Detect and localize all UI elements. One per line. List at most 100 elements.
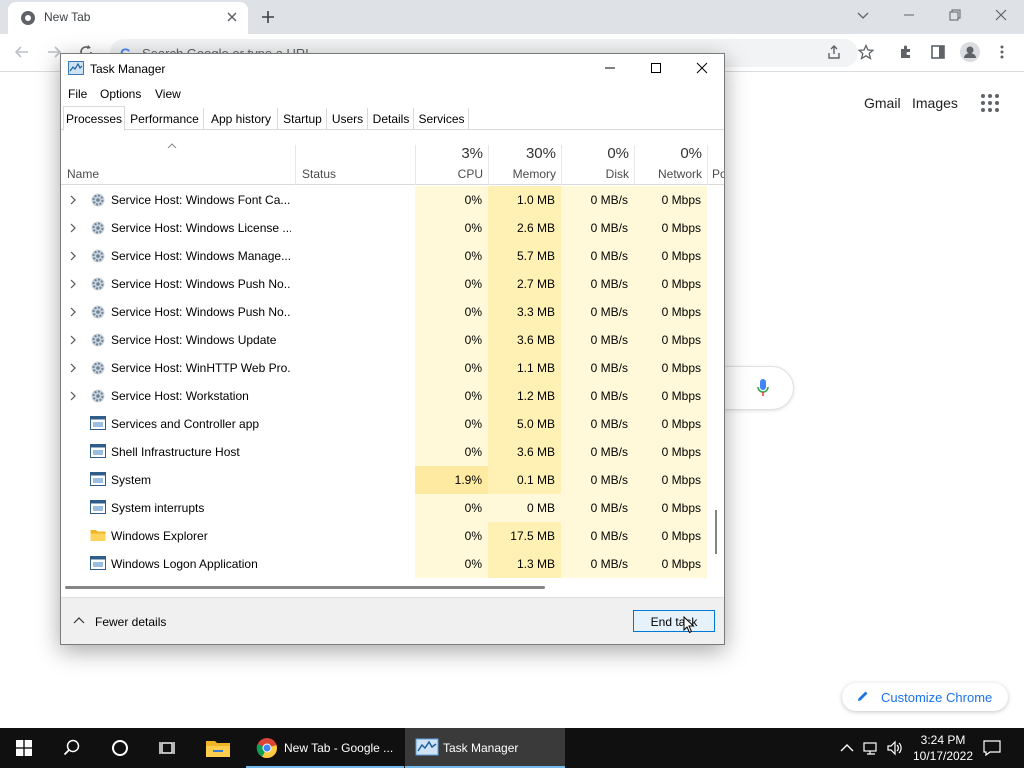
network-icon[interactable] [861, 728, 881, 768]
col-cpu-header[interactable]: 3% CPU [415, 145, 488, 185]
tab-search-chevron-icon[interactable] [856, 8, 870, 22]
tab-startup[interactable]: Startup [279, 108, 327, 130]
process-name: Services and Controller app [111, 417, 260, 431]
tab-app-history[interactable]: App history [205, 108, 278, 130]
col-name-label: Name [67, 167, 100, 181]
table-row[interactable]: Service Host: Windows Font Ca... 0% 1.0 MB… [61, 186, 716, 214]
task-view-icon[interactable] [144, 728, 192, 768]
volume-icon[interactable] [884, 728, 906, 768]
expand-chevron-icon[interactable] [69, 307, 77, 317]
expand-chevron-icon[interactable] [69, 363, 77, 373]
col-status-header[interactable]: Status [295, 145, 415, 185]
gear-icon [90, 248, 106, 264]
col-name-header[interactable]: Name [61, 145, 295, 185]
expand-chevron-icon[interactable] [69, 195, 77, 205]
table-row[interactable]: Service Host: Windows Push No... 0% 3.3 MB… [61, 298, 716, 326]
tab-details[interactable]: Details [369, 108, 414, 130]
network-total-percent: 0% [680, 145, 702, 162]
table-row[interactable]: Windows Explorer 0% 17.5 MB 0 MB/s 0 Mbps [61, 522, 716, 550]
expand-chevron-icon[interactable] [69, 251, 77, 261]
menu-file[interactable]: File [68, 87, 87, 101]
col-memory-header[interactable]: 30% Memory [488, 145, 561, 185]
vertical-scroll-thumb[interactable] [715, 510, 717, 554]
task-manager-titlebar[interactable]: Task Manager [61, 54, 724, 82]
process-list-vertical-scrollbar[interactable] [707, 186, 724, 578]
col-network-label: Network [657, 167, 702, 181]
gear-icon [90, 192, 106, 208]
cortana-circle-icon[interactable] [96, 728, 144, 768]
tm-maximize-icon[interactable] [633, 54, 679, 82]
expand-chevron-icon[interactable] [69, 391, 77, 401]
horizontal-scroll-thumb[interactable] [65, 586, 545, 589]
expand-chevron-icon[interactable] [69, 279, 77, 289]
process-memory-cell: 5.7 MB [488, 242, 561, 270]
table-row[interactable]: Service Host: Windows License ... 0% 2.6 M… [61, 214, 716, 242]
chrome-restore-icon[interactable] [948, 8, 962, 22]
table-row[interactable]: Service Host: Windows Manage... 0% 5.7 MB 0… [61, 242, 716, 270]
process-name: Windows Explorer [111, 529, 208, 543]
file-explorer-folder-icon[interactable] [194, 728, 242, 768]
back-arrow-icon[interactable] [14, 44, 30, 60]
profile-avatar-icon[interactable] [960, 42, 980, 62]
expand-chevron-icon[interactable] [69, 335, 77, 345]
process-network-cell: 0 Mbps [634, 382, 707, 410]
close-tab-icon[interactable] [226, 11, 238, 23]
table-row[interactable]: Services and Controller app 0% 5.0 MB 0 MB/… [61, 410, 716, 438]
taskmanager-icon [415, 737, 439, 757]
images-link[interactable]: Images [912, 95, 958, 111]
menu-options[interactable]: Options [100, 87, 141, 101]
tab-processes[interactable]: Processes [63, 106, 125, 131]
show-hidden-icons-chevron-icon[interactable] [838, 728, 856, 768]
share-icon[interactable] [826, 44, 842, 60]
chrome-minimize-icon[interactable] [902, 8, 916, 22]
end-task-button[interactable]: End task [633, 610, 715, 632]
table-row[interactable]: Shell Infrastructure Host 0% 3.6 MB 0 MB/s 0… [61, 438, 716, 466]
new-tab-plus-icon[interactable] [260, 9, 276, 25]
tab-performance[interactable]: Performance [126, 108, 204, 130]
window-icon [90, 416, 106, 430]
taskbar-app-task-manager[interactable]: Task Manager [405, 728, 565, 768]
table-row[interactable]: Service Host: Windows Push No... 0% 2.7 MB… [61, 270, 716, 298]
google-apps-icon[interactable] [981, 94, 999, 112]
process-name: Service Host: Windows Push No... [111, 305, 291, 319]
tab-services[interactable]: Services [415, 108, 469, 130]
taskbar-clock[interactable]: 3:24 PM 10/17/2022 [912, 732, 974, 764]
side-panel-icon[interactable] [930, 44, 946, 60]
extensions-icon[interactable] [898, 44, 914, 60]
col-power-header[interactable]: Po [707, 145, 724, 185]
menu-view[interactable]: View [155, 87, 181, 101]
gmail-link[interactable]: Gmail [864, 95, 901, 111]
tm-close-icon[interactable] [679, 54, 725, 82]
process-list-horizontal-scrollbar[interactable] [61, 582, 707, 596]
col-network-header[interactable]: 0% Network [634, 145, 707, 185]
table-row[interactable]: Service Host: Windows Update 0% 3.6 MB 0 MB… [61, 326, 716, 354]
process-disk-cell: 0 MB/s [561, 326, 634, 354]
expand-chevron-icon[interactable] [69, 223, 77, 233]
action-center-notification-icon[interactable] [980, 728, 1004, 768]
table-row[interactable]: System 1.9% 0.1 MB 0 MB/s 0 Mbps [61, 466, 716, 494]
process-cpu-cell: 0% [415, 494, 488, 522]
table-row[interactable]: Windows Logon Application 0% 1.3 MB 0 MB/s 0… [61, 550, 716, 578]
table-row[interactable]: System interrupts 0% 0 MB 0 MB/s 0 Mbps [61, 494, 716, 522]
table-row[interactable]: Service Host: Workstation 0% 1.2 MB 0 MB/s 0… [61, 382, 716, 410]
tab-users[interactable]: Users [328, 108, 368, 130]
start-windows-icon[interactable] [0, 728, 48, 768]
process-disk-cell: 0 MB/s [561, 242, 634, 270]
search-icon[interactable] [48, 728, 96, 768]
task-manager-title: Task Manager [90, 62, 166, 76]
col-disk-header[interactable]: 0% Disk [561, 145, 634, 185]
process-network-cell: 0 Mbps [634, 494, 707, 522]
voice-search-mic-icon[interactable] [756, 378, 770, 398]
taskbar-app-chrome[interactable]: New Tab - Google ... [246, 728, 404, 768]
chrome-icon [256, 737, 278, 759]
pencil-icon [856, 689, 870, 703]
gear-icon [90, 332, 106, 348]
chrome-tab-new-tab[interactable]: New Tab [8, 2, 248, 34]
cpu-total-percent: 3% [461, 145, 483, 162]
tm-minimize-icon[interactable] [587, 54, 633, 82]
customize-chrome-button[interactable]: Customize Chrome [842, 683, 1008, 711]
chrome-menu-icon[interactable] [995, 44, 1009, 60]
table-row[interactable]: Service Host: WinHTTP Web Pro... 0% 1.1 MB… [61, 354, 716, 382]
bookmark-star-icon[interactable] [858, 44, 874, 60]
chrome-close-icon[interactable] [994, 8, 1008, 22]
